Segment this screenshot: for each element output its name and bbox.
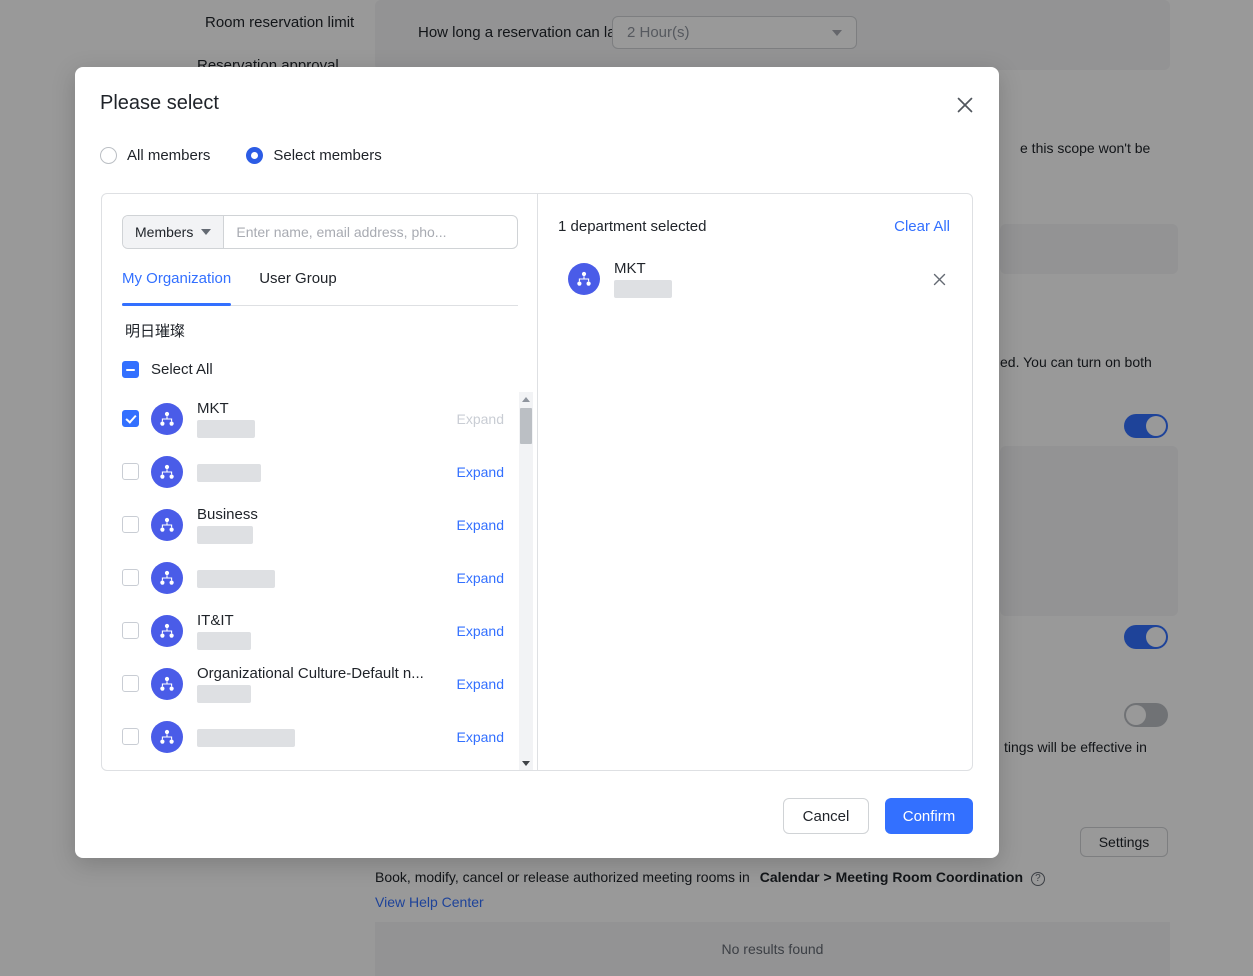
department-row[interactable]: Expand [102, 710, 516, 763]
selected-item-name: MKT [614, 260, 646, 277]
department-name: IT&IT [197, 611, 234, 629]
redacted-text [197, 684, 251, 703]
search-bar: Members [122, 215, 518, 249]
radio-indicator-selected [246, 147, 264, 164]
redacted-text [197, 728, 295, 747]
selected-item-body: MKT [614, 260, 928, 298]
department-list-scrollport: MKT Expand Expand Business Expand Expand IT&IT… [102, 392, 516, 770]
confirm-button[interactable]: Confirm [885, 798, 973, 834]
radio-select-members[interactable]: Select members [246, 147, 382, 164]
redacted-text [197, 631, 251, 650]
org-tree-icon [568, 263, 600, 295]
redacted-text [197, 419, 255, 438]
department-body: IT&IT [197, 612, 447, 650]
org-tree-icon [151, 402, 183, 435]
scroll-up-arrow-icon[interactable] [519, 392, 533, 406]
department-list-scrollbar[interactable] [519, 392, 533, 770]
cancel-button[interactable]: Cancel [783, 798, 869, 834]
department-row[interactable]: Organizational Culture-Default n... Expan… [102, 657, 516, 710]
selected-item: MKT [556, 256, 950, 302]
department-checkbox[interactable] [122, 516, 139, 533]
department-checkbox[interactable] [122, 410, 139, 427]
redacted-text [197, 525, 253, 544]
department-body [197, 568, 447, 588]
select-all-label: Select All [151, 361, 213, 378]
department-row[interactable] [102, 763, 516, 770]
department-body: Business [197, 506, 447, 544]
redacted-text [197, 463, 261, 482]
expand-department-button[interactable]: Expand [457, 464, 504, 480]
triangle-up-icon [522, 396, 530, 402]
scrollbar-track[interactable] [519, 406, 533, 756]
department-row[interactable]: IT&IT Expand [102, 604, 516, 657]
org-tree-icon [151, 508, 183, 541]
department-body: MKT [197, 400, 447, 438]
radio-select-members-label: Select members [273, 147, 382, 164]
clear-all-button[interactable]: Clear All [894, 218, 950, 235]
department-checkbox[interactable] [122, 569, 139, 586]
department-checkbox[interactable] [122, 728, 139, 745]
remove-selected-icon[interactable] [928, 268, 950, 290]
scroll-down-arrow-icon[interactable] [519, 756, 533, 770]
picker-browse-pane: Members My Organization User Group 明日璀璨 … [102, 194, 538, 770]
expand-department-button[interactable]: Expand [457, 570, 504, 586]
expand-department-button[interactable]: Expand [457, 729, 504, 745]
expand-department-button[interactable]: Expand [457, 517, 504, 533]
search-type-value: Members [135, 224, 194, 240]
department-body: Organizational Culture-Default n... [197, 665, 447, 703]
dialog-title: Please select [100, 92, 219, 114]
picker-selection-pane: 1 department selected Clear All MKT [538, 194, 972, 770]
department-checkbox[interactable] [122, 463, 139, 480]
tab-my-organization-label: My Organization [122, 270, 232, 287]
radio-indicator [100, 147, 117, 164]
select-members-dialog: Please select All members Select members… [75, 67, 999, 858]
tab-user-group[interactable]: User Group [259, 270, 337, 305]
expand-department-button[interactable]: Expand [457, 623, 504, 639]
tab-my-organization[interactable]: My Organization [122, 270, 232, 306]
expand-department-button: Expand [456, 410, 504, 427]
search-type-select[interactable]: Members [123, 216, 225, 248]
org-tree-icon [151, 667, 183, 700]
org-tree-icon [151, 614, 183, 647]
organization-root-label: 明日璀璨 [125, 323, 186, 340]
search-input[interactable] [224, 216, 517, 248]
confirm-button-label: Confirm [902, 807, 956, 825]
dialog-footer: Cancel Confirm [783, 798, 973, 834]
org-tree-icon [151, 720, 183, 753]
selection-header: 1 department selected Clear All [558, 218, 950, 235]
department-body [197, 727, 447, 747]
scrollbar-thumb[interactable] [520, 408, 532, 444]
org-tree-icon [151, 561, 183, 594]
department-row[interactable]: MKT Expand [102, 392, 516, 445]
scope-radio-group: All members Select members [100, 147, 382, 164]
radio-all-members[interactable]: All members [100, 147, 210, 164]
department-checkbox[interactable] [122, 675, 139, 692]
department-row[interactable]: Expand [102, 445, 516, 498]
radio-all-members-label: All members [127, 147, 211, 164]
cancel-button-label: Cancel [802, 807, 850, 825]
redacted-text [614, 280, 672, 298]
select-all-checkbox[interactable] [122, 361, 139, 378]
select-all-row[interactable]: Select All [122, 361, 213, 378]
department-row[interactable]: Business Expand [102, 498, 516, 551]
selection-count: 1 department selected [558, 218, 707, 235]
department-row[interactable]: Expand [102, 551, 516, 604]
org-tree-icon [151, 455, 183, 488]
member-picker: Members My Organization User Group 明日璀璨 … [101, 193, 973, 771]
department-name: MKT [197, 399, 229, 417]
department-list: MKT Expand Expand Business Expand Expand IT&IT… [102, 392, 537, 770]
department-name: Business [197, 505, 258, 523]
close-icon[interactable] [949, 89, 981, 121]
triangle-down-icon [522, 760, 530, 766]
department-name: Organizational Culture-Default n... [197, 664, 424, 682]
redacted-text [197, 569, 275, 588]
department-checkbox[interactable] [122, 622, 139, 639]
department-body [197, 462, 447, 482]
tab-user-group-label: User Group [259, 270, 337, 287]
picker-tabs: My Organization User Group [122, 270, 518, 306]
expand-department-button[interactable]: Expand [457, 676, 504, 692]
chevron-down-icon [201, 229, 212, 235]
